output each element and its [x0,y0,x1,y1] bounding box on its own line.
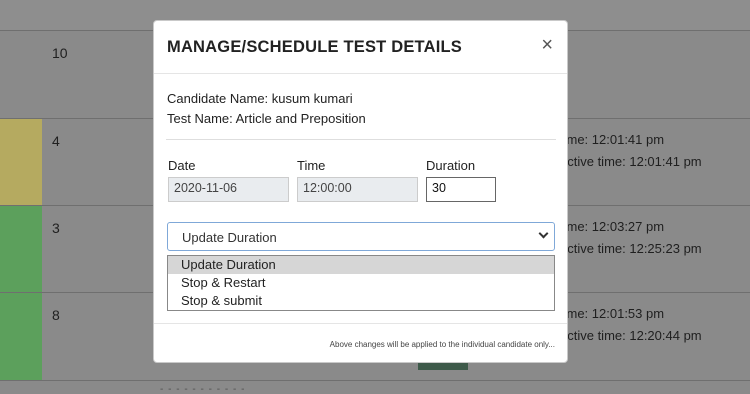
action-dropdown: Update Duration Stop & Restart Stop & su… [167,255,555,311]
time-field[interactable]: 12:00:00 [297,177,418,202]
close-icon[interactable]: × [541,35,553,55]
active-time: active time: 12:01:41 pm [560,154,702,169]
chevron-down-icon [538,228,549,239]
candidate-info: Candidate Name: kusum kumari Test Name: … [167,89,366,129]
test-name: Test Name: Article and Preposition [167,111,366,126]
option-update-duration[interactable]: Update Duration [168,256,554,274]
start-time: time: 12:03:27 pm [560,219,665,234]
candidate-name: Candidate Name: kusum kumari [167,91,353,106]
option-stop-restart[interactable]: Stop & Restart [168,274,554,292]
divider [166,139,556,140]
time-label: Time [297,158,326,173]
status-color-cell [0,206,42,292]
duration-field[interactable]: 30 [426,177,496,202]
action-select[interactable]: Update Duration [167,222,555,251]
row-number: 10 [52,45,68,61]
duration-label: Duration [426,158,476,173]
row-times: time: 12:01:53 pm active time: 12:20:44 … [560,303,702,347]
status-color-cell [0,31,42,118]
status-color-cell [0,293,42,380]
start-time: time: 12:01:41 pm [560,132,665,147]
row-number: 8 [52,307,60,323]
modal-header: MANAGE/SCHEDULE TEST DETAILS × [154,21,567,74]
footer-note: Above changes will be applied to the ind… [329,340,555,349]
start-time: time: 12:01:53 pm [560,306,665,321]
modal-title: MANAGE/SCHEDULE TEST DETAILS [167,38,462,56]
active-time: active time: 12:25:23 pm [560,241,702,256]
date-field[interactable]: 2020-11-06 [168,177,289,202]
action-select-value: Update Duration [182,230,277,245]
footer-divider [154,323,567,324]
background-dashes: - - - - - - - - - - - [160,384,246,394]
active-time: active time: 12:20:44 pm [560,328,702,343]
row-number: 3 [52,220,60,236]
row-times: time: 12:03:27 pm active time: 12:25:23 … [560,216,702,260]
manage-test-modal: MANAGE/SCHEDULE TEST DETAILS × Candidate… [153,20,568,363]
row-number: 4 [52,133,60,149]
date-label: Date [168,158,196,173]
status-color-cell [0,119,42,205]
row-times: time: 12:01:41 pm active time: 12:01:41 … [560,129,702,173]
option-stop-submit[interactable]: Stop & submit [168,292,554,310]
